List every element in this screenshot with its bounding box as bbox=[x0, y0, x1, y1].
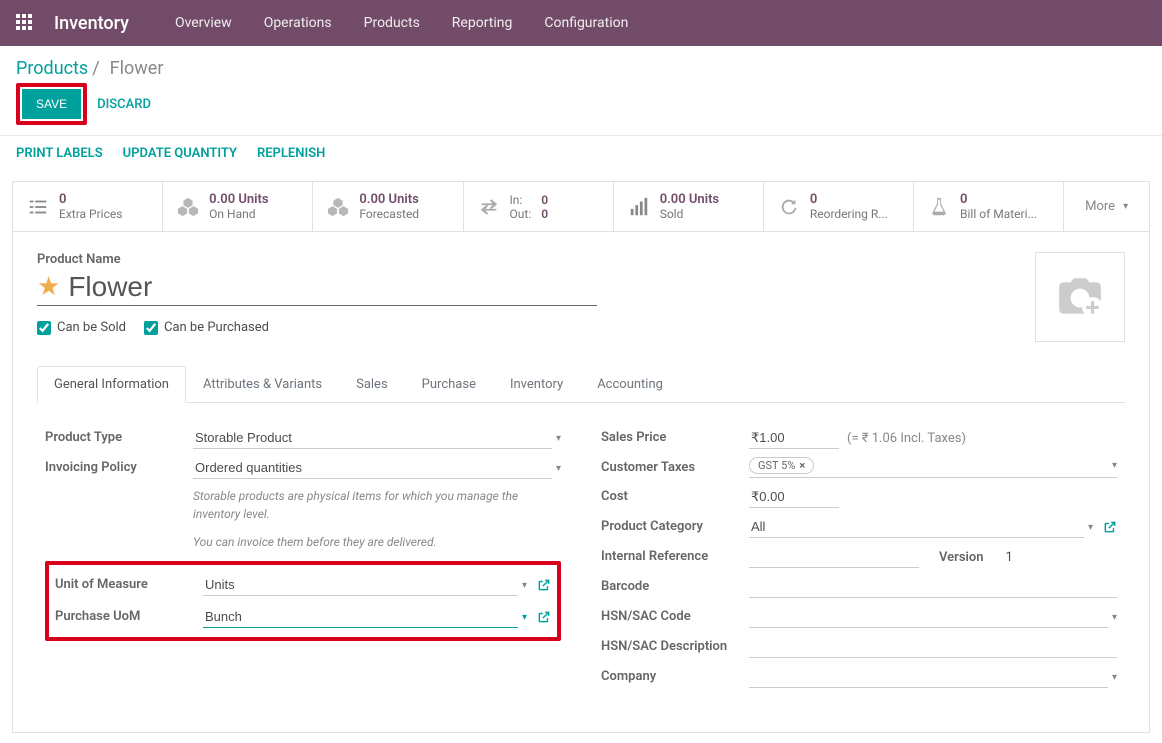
save-button[interactable]: SAVE bbox=[22, 89, 81, 119]
chevron-down-icon[interactable]: ▾ bbox=[1088, 522, 1093, 533]
cubes-icon bbox=[177, 196, 199, 218]
category-select[interactable] bbox=[749, 516, 1084, 538]
barcode-label: Barcode bbox=[601, 576, 749, 594]
menu-reporting[interactable]: Reporting bbox=[436, 15, 529, 31]
breadcrumb: Products / Flower bbox=[0, 46, 1162, 83]
menu-overview[interactable]: Overview bbox=[159, 15, 248, 31]
uom-input[interactable] bbox=[203, 574, 518, 596]
transfer-icon bbox=[478, 196, 500, 218]
stat-inout[interactable]: In:0 Out:0 bbox=[464, 182, 614, 231]
purchase-uom-input[interactable] bbox=[203, 606, 518, 628]
product-type-select[interactable] bbox=[193, 427, 552, 449]
barcode-input[interactable] bbox=[749, 576, 1117, 598]
favorite-star-icon[interactable]: ★ bbox=[37, 272, 60, 302]
tab-inventory[interactable]: Inventory bbox=[493, 366, 580, 403]
hsn-input[interactable] bbox=[749, 606, 1108, 628]
customer-taxes-label: Customer Taxes bbox=[601, 457, 749, 475]
chevron-down-icon[interactable]: ▾ bbox=[522, 580, 527, 591]
stat-more[interactable]: More ▾ bbox=[1064, 182, 1149, 231]
version-value: 1 bbox=[1004, 547, 1015, 568]
camera-plus-icon bbox=[1055, 272, 1105, 322]
sales-price-label: Sales Price bbox=[601, 427, 749, 445]
hsn-label: HSN/SAC Code bbox=[601, 606, 749, 624]
stat-bar: 0Extra Prices 0.00 UnitsOn Hand 0.00 Uni… bbox=[13, 182, 1149, 232]
tab-sales[interactable]: Sales bbox=[339, 366, 405, 403]
invoicing-policy-select[interactable] bbox=[193, 457, 552, 479]
stat-bom[interactable]: 0Bill of Materi... bbox=[914, 182, 1064, 231]
product-name-label: Product Name bbox=[37, 252, 597, 267]
form-sheet: 0Extra Prices 0.00 UnitsOn Hand 0.00 Uni… bbox=[12, 181, 1150, 733]
cost-input[interactable] bbox=[749, 486, 839, 508]
tax-tag[interactable]: GST 5% × bbox=[749, 457, 814, 474]
help-invoice: You can invoice them before they are del… bbox=[193, 533, 561, 551]
external-link-icon[interactable] bbox=[537, 610, 551, 624]
flask-icon bbox=[928, 196, 950, 218]
tab-purchase[interactable]: Purchase bbox=[405, 366, 493, 403]
tab-attributes-variants[interactable]: Attributes & Variants bbox=[186, 366, 339, 403]
product-image-upload[interactable] bbox=[1035, 252, 1125, 342]
right-column: Sales Price (= ₹ 1.06 Incl. Taxes) Custo… bbox=[601, 423, 1117, 692]
hsn-desc-input[interactable] bbox=[749, 636, 1117, 658]
app-title: Inventory bbox=[54, 13, 129, 34]
hsn-desc-label: HSN/SAC Description bbox=[601, 636, 749, 654]
chevron-down-icon[interactable]: ▾ bbox=[556, 463, 561, 474]
stat-extra-prices[interactable]: 0Extra Prices bbox=[13, 182, 163, 231]
stat-reordering[interactable]: 0Reordering R... bbox=[764, 182, 914, 231]
chevron-down-icon[interactable]: ▾ bbox=[1112, 672, 1117, 683]
chevron-down-icon[interactable]: ▾ bbox=[1112, 460, 1117, 471]
company-input[interactable] bbox=[749, 666, 1108, 688]
apps-icon[interactable] bbox=[16, 14, 34, 32]
cost-label: Cost bbox=[601, 486, 749, 504]
tab-bar: General Information Attributes & Variant… bbox=[37, 366, 1125, 403]
invoicing-policy-label: Invoicing Policy bbox=[45, 457, 193, 475]
help-storable: Storable products are physical items for… bbox=[193, 487, 561, 523]
refresh-icon bbox=[778, 196, 800, 218]
internal-ref-label: Internal Reference bbox=[601, 546, 749, 564]
uom-highlight: Unit of Measure ▾ Purchase UoM bbox=[45, 561, 561, 641]
cubes-icon bbox=[327, 196, 349, 218]
tab-accounting[interactable]: Accounting bbox=[580, 366, 680, 403]
replenish-button[interactable]: REPLENISH bbox=[257, 146, 325, 161]
save-highlight: SAVE bbox=[16, 83, 87, 125]
chevron-down-icon: ▾ bbox=[1123, 201, 1128, 212]
purchase-uom-label: Purchase UoM bbox=[55, 606, 203, 624]
stat-forecasted[interactable]: 0.00 UnitsForecasted bbox=[313, 182, 463, 231]
left-column: Product Type ▾ Invoicing Policy ▾ bbox=[45, 423, 561, 692]
chevron-down-icon[interactable]: ▾ bbox=[1112, 612, 1117, 623]
chevron-down-icon[interactable]: ▾ bbox=[556, 433, 561, 444]
internal-ref-input[interactable] bbox=[749, 546, 919, 568]
company-label: Company bbox=[601, 666, 749, 684]
print-labels-button[interactable]: PRINT LABELS bbox=[16, 146, 103, 161]
top-navbar: Inventory Overview Operations Products R… bbox=[0, 0, 1162, 46]
stat-sold[interactable]: 0.00 UnitsSold bbox=[614, 182, 764, 231]
menu-products[interactable]: Products bbox=[348, 15, 436, 31]
breadcrumb-products[interactable]: Products bbox=[16, 58, 88, 79]
product-name-input[interactable] bbox=[68, 271, 597, 303]
chevron-down-icon[interactable]: ▾ bbox=[522, 612, 527, 623]
can-be-purchased-checkbox[interactable]: Can be Purchased bbox=[144, 320, 269, 335]
breadcrumb-current: Flower bbox=[110, 58, 164, 79]
product-type-label: Product Type bbox=[45, 427, 193, 445]
stat-on-hand[interactable]: 0.00 UnitsOn Hand bbox=[163, 182, 313, 231]
can-be-sold-checkbox[interactable]: Can be Sold bbox=[37, 320, 126, 335]
discard-button[interactable]: DISCARD bbox=[97, 97, 151, 112]
sales-price-input[interactable] bbox=[749, 427, 839, 449]
list-icon bbox=[27, 196, 49, 218]
external-link-icon[interactable] bbox=[537, 578, 551, 592]
bar-chart-icon bbox=[628, 196, 650, 218]
category-label: Product Category bbox=[601, 516, 749, 534]
remove-tag-icon[interactable]: × bbox=[799, 459, 805, 472]
update-quantity-button[interactable]: UPDATE QUANTITY bbox=[123, 146, 237, 161]
incl-tax-text: (= ₹ 1.06 Incl. Taxes) bbox=[847, 431, 966, 446]
tab-general-information[interactable]: General Information bbox=[37, 366, 186, 403]
version-label: Version bbox=[939, 550, 984, 565]
external-link-icon[interactable] bbox=[1103, 520, 1117, 534]
uom-label: Unit of Measure bbox=[55, 574, 203, 592]
menu-operations[interactable]: Operations bbox=[248, 15, 348, 31]
menu-configuration[interactable]: Configuration bbox=[528, 15, 644, 31]
